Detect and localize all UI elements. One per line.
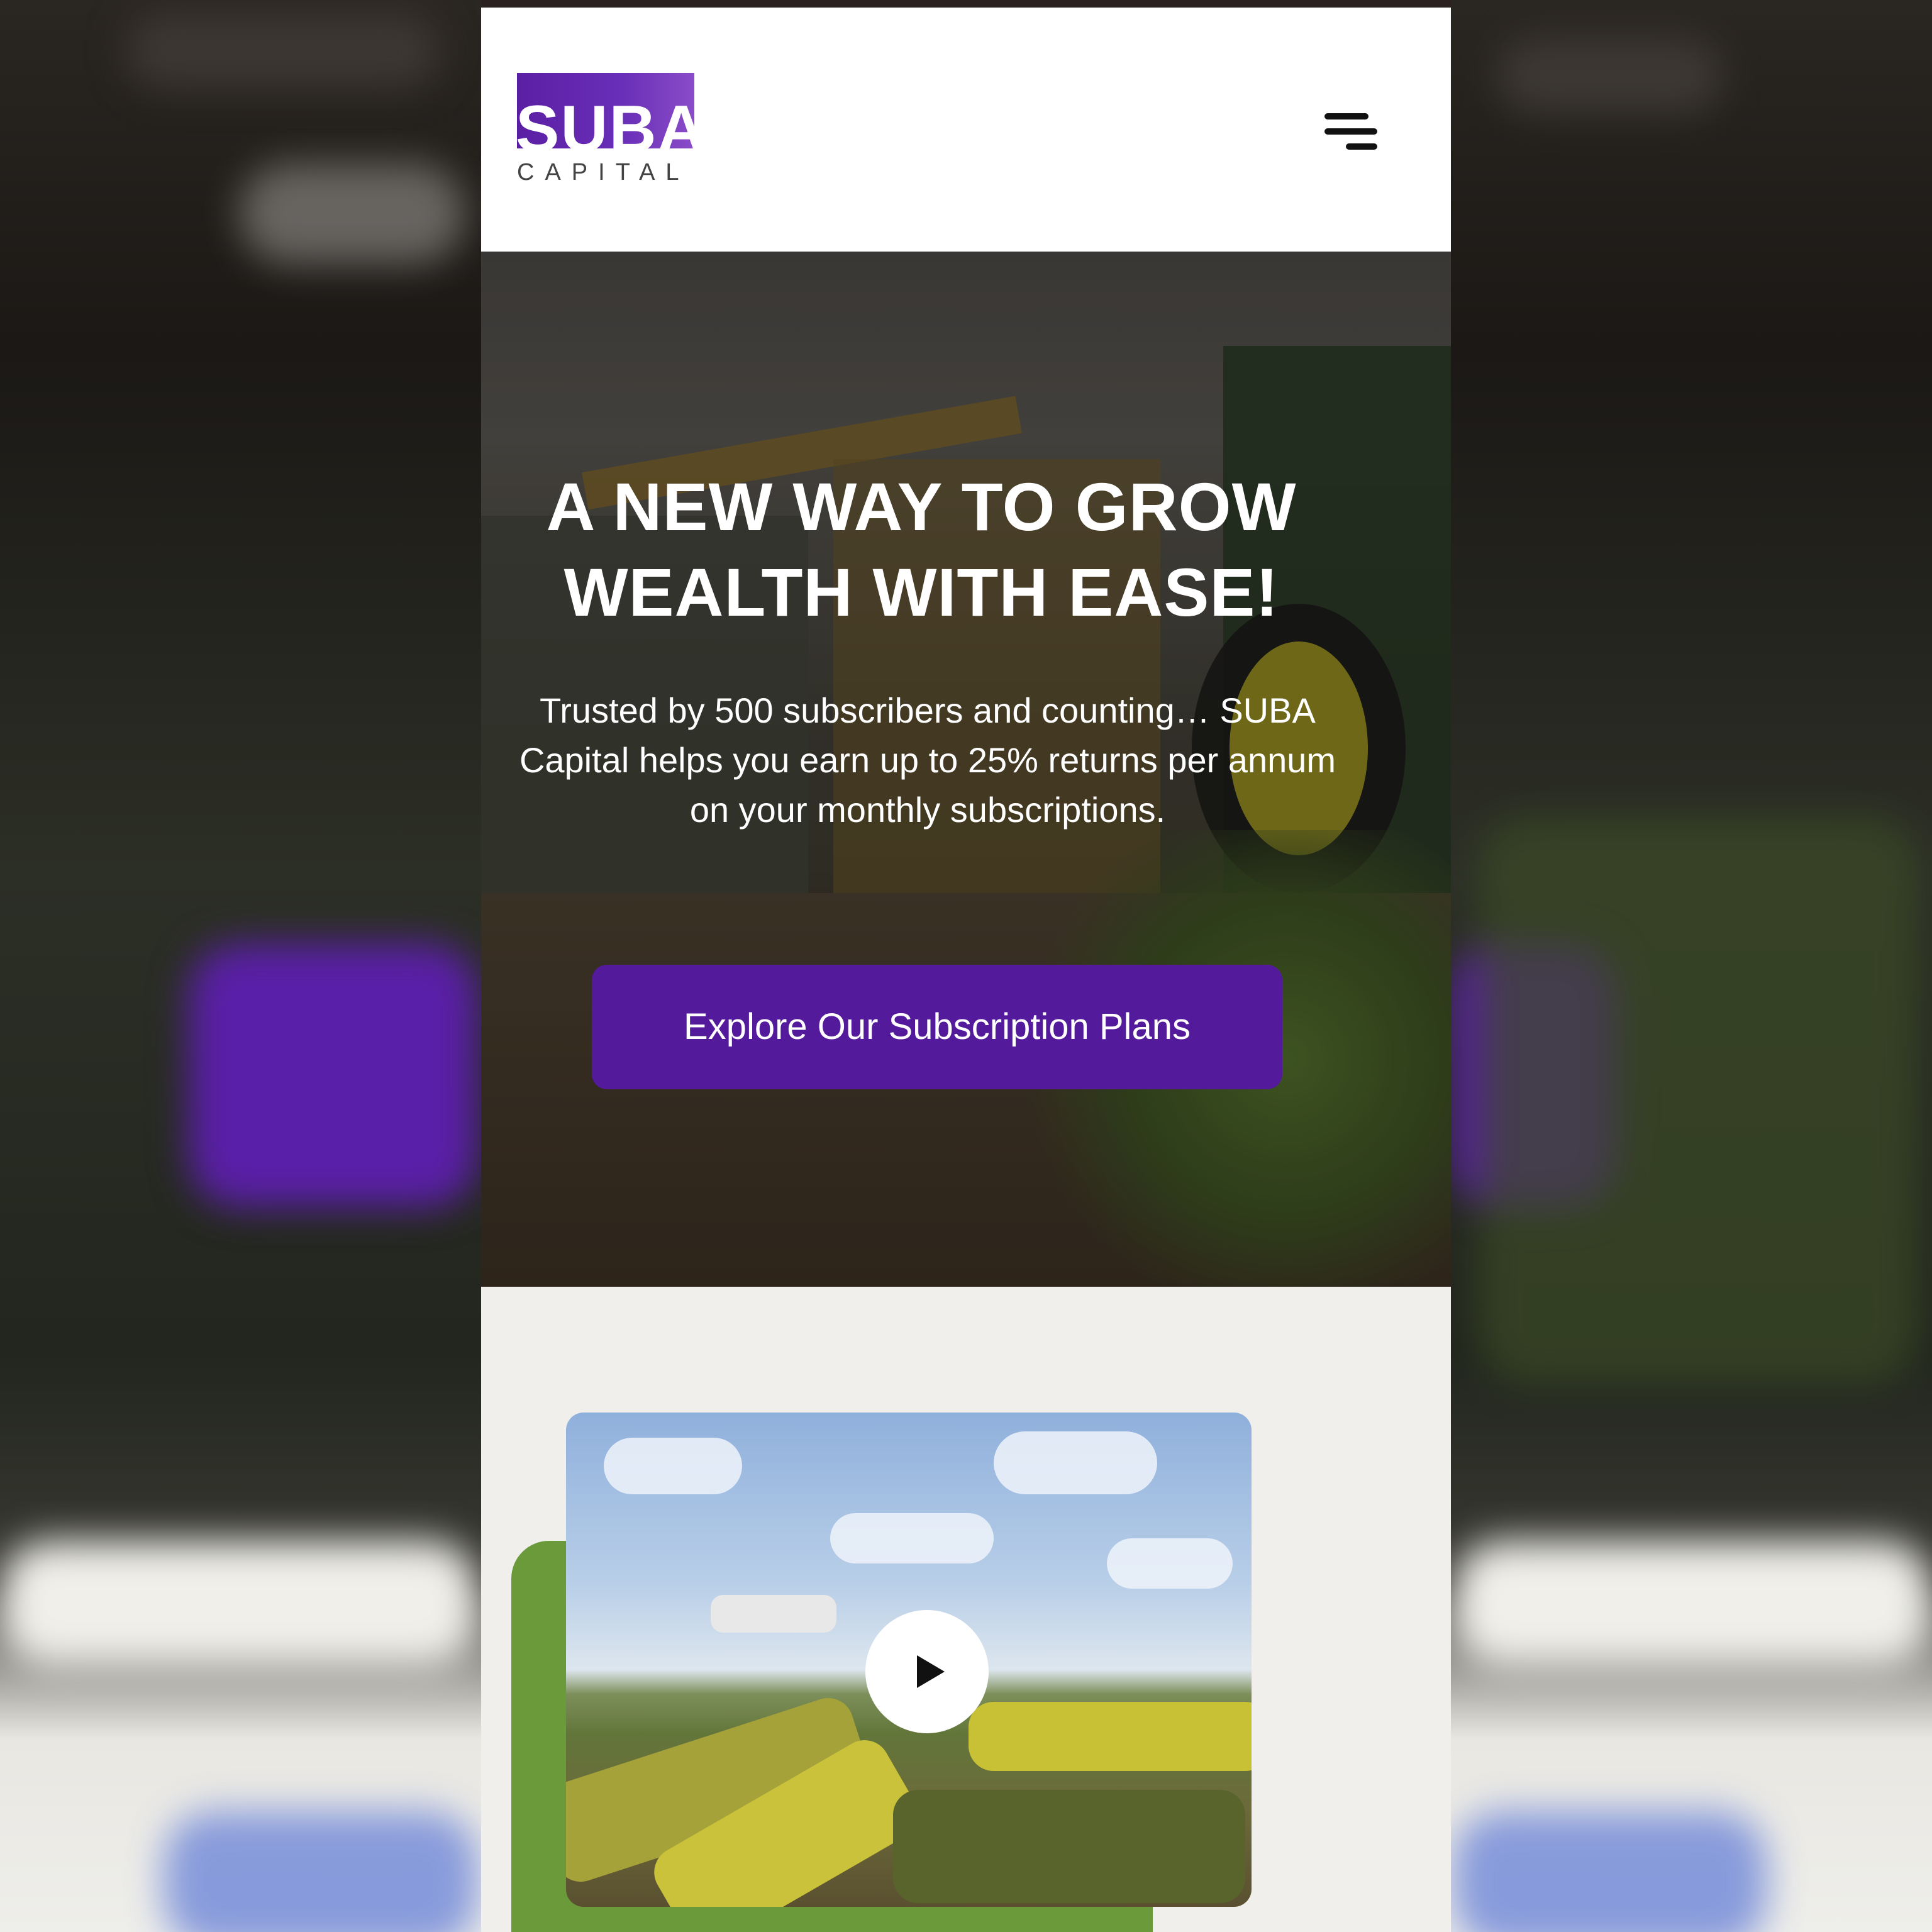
drone [711,1595,836,1633]
phone-screen: SUBA CAPITAL A NEW WAY TO GROW WEALTH WI… [481,0,1451,1932]
play-button[interactable] [865,1610,989,1733]
hamburger-menu-icon[interactable] [1321,102,1384,165]
suba-capital-logo[interactable]: SUBA CAPITAL [516,73,706,186]
logo-sub-text: CAPITAL [517,159,690,186]
explore-plans-button[interactable]: Explore Our Subscription Plans [592,965,1282,1089]
logo-main-text: SUBA [516,92,706,165]
hero-title: A NEW WAY TO GROW WEALTH WITH EASE! [546,469,1297,630]
flower-row [893,1790,1245,1903]
play-icon [917,1655,945,1688]
status-bar-edge [481,0,1451,8]
cloud [1107,1538,1233,1589]
cloud [994,1431,1157,1494]
cloud [830,1513,994,1563]
hero-section: A NEW WAY TO GROW WEALTH WITH EASE! Trus… [481,252,1451,1287]
cloud [604,1438,742,1494]
site-header: SUBA CAPITAL [481,8,1451,252]
hero-subtitle: Trusted by 500 subscribers and counting…… [519,691,1336,830]
flower-row [969,1702,1252,1771]
